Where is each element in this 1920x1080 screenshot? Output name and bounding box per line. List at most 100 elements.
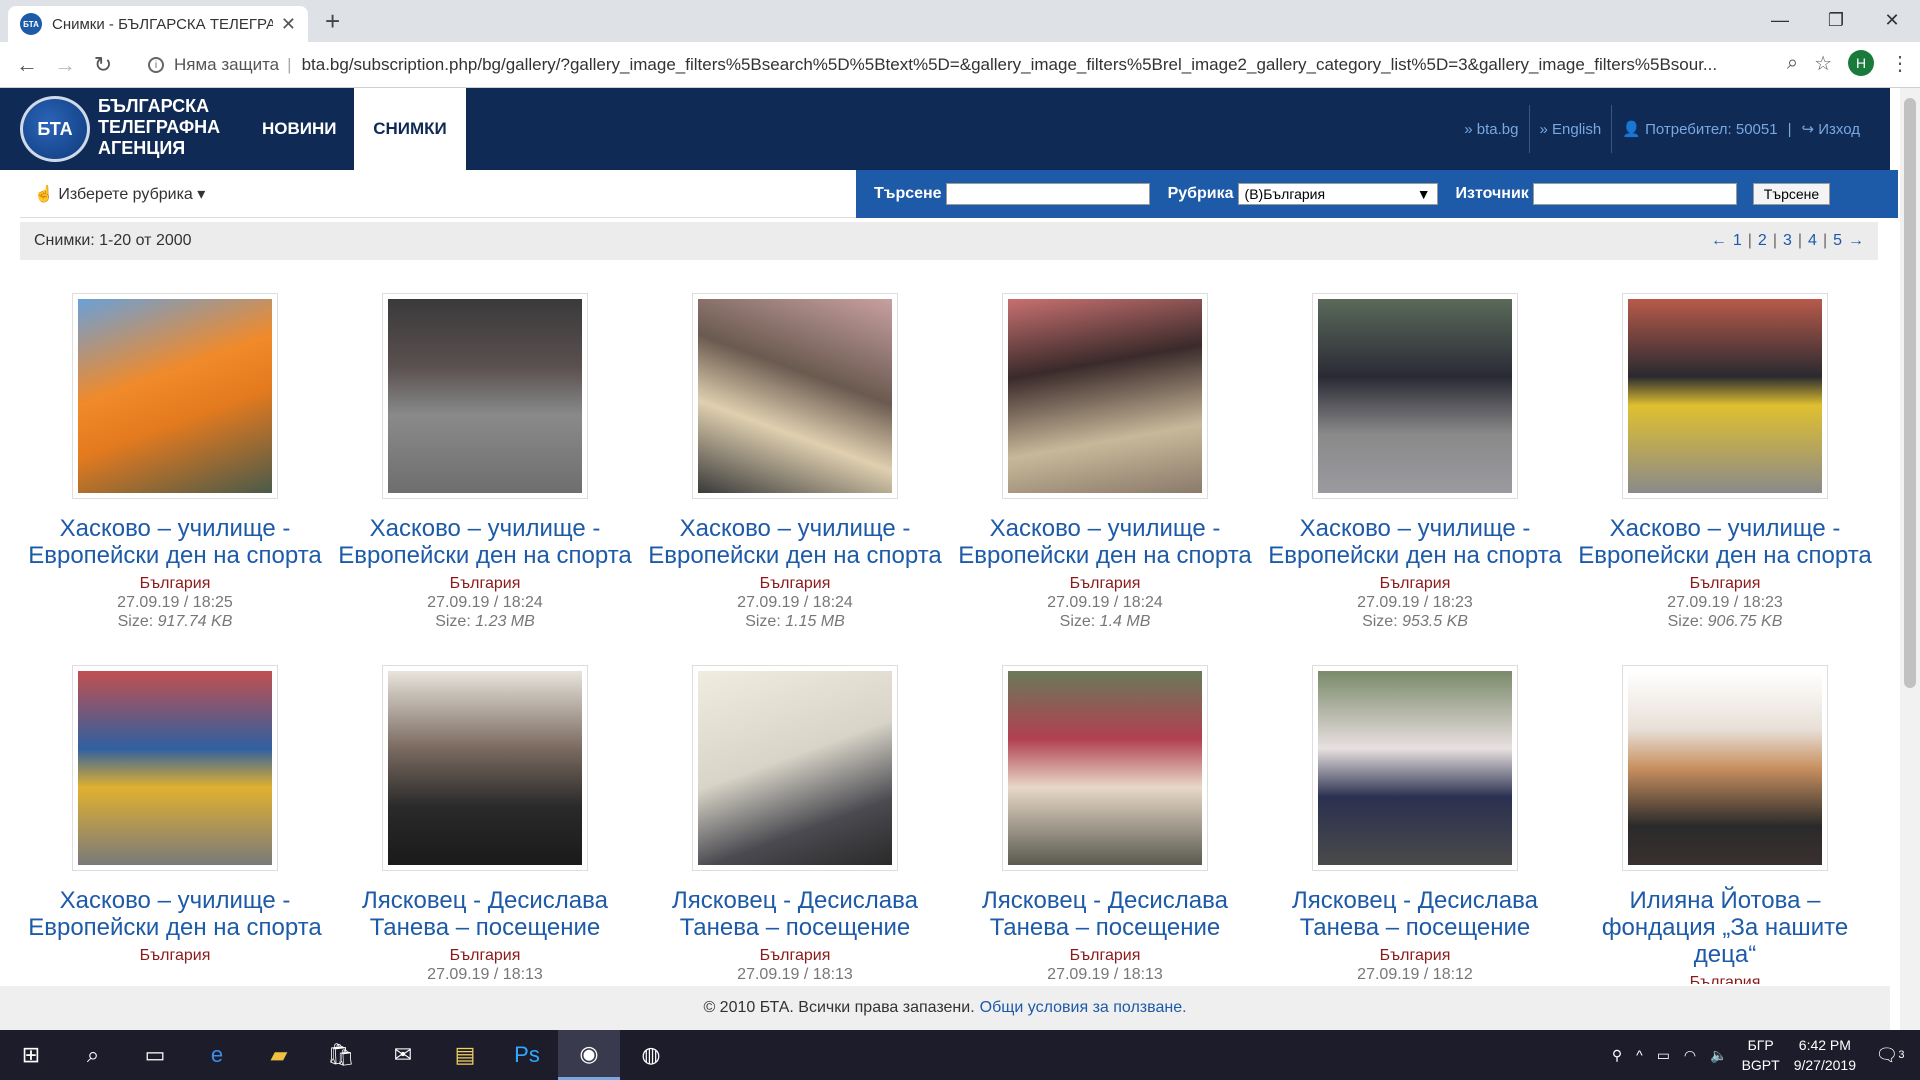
- photo-title[interactable]: Лясковец - Десислава Танева – посещение: [330, 887, 640, 941]
- zoom-icon[interactable]: ⌕: [1787, 52, 1798, 75]
- minimize-icon[interactable]: —: [1752, 0, 1808, 40]
- photo-card: Хасково – училище - Европейски ден на сп…: [950, 290, 1260, 662]
- page-link[interactable]: 3: [1783, 232, 1792, 250]
- mail-icon[interactable]: ✉: [372, 1030, 434, 1080]
- notifications-icon[interactable]: 🗨 3: [1870, 1035, 1910, 1075]
- bta-link[interactable]: » bta.bg: [1454, 121, 1528, 138]
- photo-title[interactable]: Хасково – училище - Европейски ден на сп…: [330, 515, 640, 569]
- url-field[interactable]: i Няма защита | bta.bg/subscription.php/…: [148, 50, 1738, 80]
- photo-title[interactable]: Хасково – училище - Европейски ден на сп…: [20, 887, 330, 941]
- menu-dots-icon[interactable]: ⋮: [1890, 51, 1910, 76]
- search-icon[interactable]: ⌕: [62, 1030, 124, 1080]
- nav-photos[interactable]: СНИМКИ: [354, 88, 466, 170]
- photo-thumbnail[interactable]: [692, 293, 898, 499]
- photo-image: [1628, 299, 1822, 493]
- prev-page-icon[interactable]: ←: [1711, 232, 1727, 250]
- tray-chevron-icon[interactable]: ^: [1636, 1047, 1643, 1063]
- photo-thumbnail[interactable]: [1002, 293, 1208, 499]
- clock-date: 9/27/2019: [1793, 1057, 1856, 1073]
- people-icon[interactable]: ⚲: [1612, 1047, 1622, 1064]
- photo-thumbnail[interactable]: [1002, 665, 1208, 871]
- new-tab-icon[interactable]: +: [325, 6, 340, 37]
- photo-thumbnail[interactable]: [692, 665, 898, 871]
- bta-logo[interactable]: БТА: [20, 96, 90, 162]
- profile-avatar[interactable]: H: [1848, 50, 1874, 76]
- agency-name[interactable]: БЪЛГАРСКА ТЕЛЕГРАФНА АГЕНЦИЯ: [98, 96, 220, 159]
- forward-icon[interactable]: →: [46, 52, 84, 78]
- restore-icon[interactable]: ❐: [1808, 0, 1864, 40]
- photo-title[interactable]: Хасково – училище - Европейски ден на сп…: [20, 515, 330, 569]
- agency-name-line: ТЕЛЕГРАФНА: [98, 117, 221, 137]
- source-input[interactable]: [1532, 183, 1737, 205]
- page-link[interactable]: 2: [1758, 232, 1767, 250]
- browser-tab[interactable]: БТА Снимки - БЪЛГАРСКА ТЕЛЕГРА ✕: [8, 6, 308, 42]
- photoshop-icon[interactable]: Ps: [496, 1030, 558, 1080]
- language-indicator[interactable]: БГР BGPT: [1742, 1035, 1780, 1075]
- nav-news[interactable]: НОВИНИ: [252, 88, 347, 170]
- info-icon[interactable]: i: [148, 57, 164, 73]
- page-link[interactable]: 5: [1833, 232, 1842, 250]
- sticky-notes-icon[interactable]: ▤: [434, 1030, 496, 1080]
- close-window-icon[interactable]: ✕: [1864, 0, 1920, 40]
- photo-thumbnail[interactable]: [1622, 665, 1828, 871]
- rubric-dropdown[interactable]: ☝ Изберете рубрика ▾: [34, 184, 205, 204]
- terms-link[interactable]: Общи условия за ползване.: [980, 999, 1187, 1017]
- close-tab-icon[interactable]: ✕: [281, 14, 296, 35]
- reload-icon[interactable]: ↻: [84, 52, 122, 78]
- clock-time: 6:42 PM: [1798, 1037, 1851, 1053]
- photo-title[interactable]: Хасково – училище - Европейски ден на сп…: [950, 515, 1260, 569]
- windows-start-icon[interactable]: ⊞: [0, 1030, 62, 1080]
- photo-title[interactable]: Лясковец - Десислава Танева – посещение: [1260, 887, 1570, 941]
- english-link[interactable]: » English: [1530, 121, 1612, 138]
- photo-size: Size: 1.4 MB: [950, 612, 1260, 631]
- top-links: » bta.bg » English 👤 Потребител: 50051 |…: [1454, 88, 1870, 170]
- photo-thumbnail[interactable]: [72, 293, 278, 499]
- photo-title[interactable]: Хасково – училище - Европейски ден на сп…: [640, 515, 950, 569]
- photo-title[interactable]: Хасково – училище - Европейски ден на сп…: [1570, 515, 1880, 569]
- chrome-icon[interactable]: ◉: [558, 1030, 620, 1080]
- system-tray: ⚲ ^ ▭ ◠ 🔈 БГР BGPT 6:42 PM 9/27/2019 🗨 3: [1612, 1030, 1910, 1080]
- logout-link[interactable]: ↪ Изход: [1791, 120, 1870, 138]
- wifi-icon[interactable]: ◠: [1684, 1047, 1696, 1064]
- battery-icon[interactable]: ▭: [1657, 1047, 1670, 1064]
- bookmark-star-icon[interactable]: ☆: [1814, 51, 1832, 76]
- store-icon[interactable]: 🛍: [310, 1030, 372, 1080]
- next-page-icon[interactable]: →: [1848, 232, 1864, 250]
- agency-name-line: АГЕНЦИЯ: [98, 138, 186, 158]
- file-explorer-icon[interactable]: ▰: [248, 1030, 310, 1080]
- size-label: Size:: [117, 613, 154, 630]
- photo-image: [698, 299, 892, 493]
- search-button[interactable]: Търсене: [1752, 183, 1831, 205]
- photo-category: България: [1379, 575, 1451, 592]
- category-select[interactable]: (В)България ▼: [1237, 183, 1438, 205]
- photo-thumbnail[interactable]: [382, 293, 588, 499]
- photo-category: България: [1069, 947, 1141, 964]
- page-scrollbar[interactable]: [1900, 88, 1920, 1030]
- photo-thumbnail[interactable]: [72, 665, 278, 871]
- task-view-icon[interactable]: ▭: [124, 1030, 186, 1080]
- photo-title[interactable]: Илияна Йотова – фондация „За нашите деца…: [1570, 887, 1880, 968]
- app-icon[interactable]: ◍: [620, 1030, 682, 1080]
- photo-title[interactable]: Лясковец - Десислава Танева – посещение: [640, 887, 950, 941]
- page-link[interactable]: 1: [1733, 232, 1742, 250]
- size-value: 917.74 KB: [157, 613, 233, 630]
- page-link[interactable]: 4: [1808, 232, 1817, 250]
- photo-datetime: 27.09.19 / 18:25: [117, 594, 233, 611]
- photo-thumbnail[interactable]: [382, 665, 588, 871]
- edge-browser-icon[interactable]: e: [186, 1030, 248, 1080]
- volume-icon[interactable]: 🔈: [1710, 1047, 1727, 1064]
- photo-title[interactable]: Лясковец - Десислава Танева – посещение: [950, 887, 1260, 941]
- search-input[interactable]: [945, 183, 1150, 205]
- photo-size: Size: 917.74 KB: [20, 612, 330, 631]
- back-icon[interactable]: ←: [8, 52, 46, 78]
- photo-datetime: 27.09.19 / 18:24: [737, 594, 853, 611]
- photo-title[interactable]: Хасково – училище - Европейски ден на сп…: [1260, 515, 1570, 569]
- photo-thumbnail[interactable]: [1312, 665, 1518, 871]
- photo-datetime: 27.09.19 / 18:13: [737, 966, 853, 983]
- photo-thumbnail[interactable]: [1622, 293, 1828, 499]
- user-link[interactable]: 👤 Потребител: 50051: [1612, 120, 1787, 138]
- scrollbar-thumb[interactable]: [1904, 98, 1916, 688]
- photo-size: Size: 906.75 KB: [1570, 612, 1880, 631]
- photo-thumbnail[interactable]: [1312, 293, 1518, 499]
- clock[interactable]: 6:42 PM 9/27/2019: [1794, 1035, 1856, 1075]
